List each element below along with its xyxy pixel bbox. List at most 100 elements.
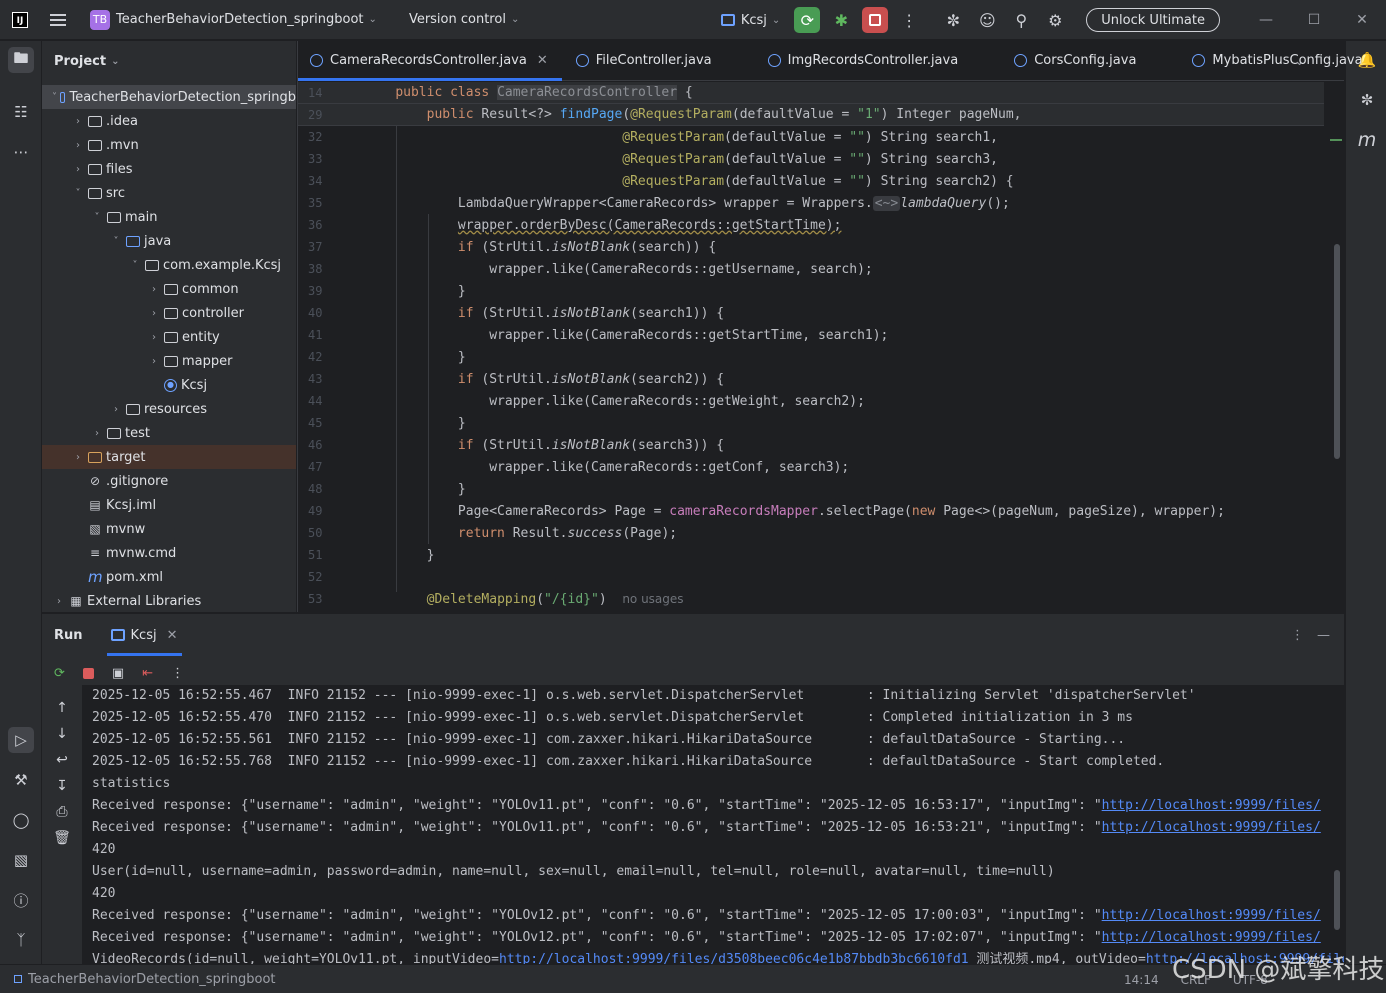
scroll-to-end-icon[interactable]: ↧	[42, 773, 82, 799]
project-tree-item[interactable]: › files	[42, 157, 296, 181]
maven-icon[interactable]: m	[1354, 127, 1380, 153]
project-tree-item[interactable]: ▤ Kcsj.iml	[42, 493, 296, 517]
stop-icon[interactable]	[82, 667, 94, 679]
expand-chevron-icon[interactable]: ›	[71, 452, 85, 463]
structure-tool-icon[interactable]: ☷	[8, 99, 34, 125]
console-link[interactable]: http://localhost:9999/files/	[1102, 820, 1321, 835]
project-tree-item[interactable]: ˅ java	[42, 229, 296, 253]
services-icon[interactable]: ◯	[8, 807, 34, 833]
exit-icon[interactable]: ⇤	[142, 666, 153, 681]
project-tree-item[interactable]: ● Kcsj	[42, 373, 296, 397]
project-tool-folder-icon[interactable]: 🖿	[8, 47, 34, 73]
tab-cors-config[interactable]: CorsConfig.java	[1002, 40, 1180, 80]
console-scrollbar[interactable]	[1334, 870, 1340, 930]
unlock-ultimate-button[interactable]: Unlock Ultimate	[1086, 8, 1220, 32]
expand-chevron-icon[interactable]: ˅	[90, 212, 104, 223]
project-tree-item[interactable]: ˅ src	[42, 181, 296, 205]
terminal-icon[interactable]: ▧	[8, 847, 34, 873]
project-tree-item[interactable]: ˅ main	[42, 205, 296, 229]
expand-chevron-icon[interactable]: ›	[147, 284, 161, 295]
ai-assistant-icon[interactable]: ✼	[940, 7, 966, 33]
expand-chevron-icon[interactable]: ›	[52, 596, 66, 607]
project-tree-item[interactable]: › .mvn	[42, 133, 296, 157]
stop-button[interactable]	[862, 7, 889, 33]
expand-chevron-icon[interactable]: ›	[147, 308, 161, 319]
code-area[interactable]: 14 public class CameraRecordsController …	[298, 82, 1324, 612]
problems-icon[interactable]: ⓘ	[8, 887, 34, 913]
rerun-button[interactable]: ⟳	[794, 7, 821, 33]
close-window-button[interactable]: ✕	[1338, 12, 1386, 28]
project-badge[interactable]: TB	[90, 9, 110, 30]
scroll-up-arrow-icon[interactable]: ↑	[42, 695, 82, 721]
console-link[interactable]: http://localhost:9999/files/	[1102, 908, 1321, 923]
run-tool-icon[interactable]: ▷	[8, 727, 34, 753]
scroll-down-arrow-icon[interactable]: ↓	[42, 721, 82, 747]
project-tree-item[interactable]: › controller	[42, 301, 296, 325]
console-link[interactable]: http://localhost:9999/files/	[1102, 798, 1321, 813]
print-icon[interactable]: ⎙	[42, 799, 82, 825]
expand-chevron-icon[interactable]: ›	[71, 164, 85, 175]
version-control-menu[interactable]: Version control	[409, 12, 506, 27]
build-hammer-icon[interactable]: ⚒	[8, 767, 34, 793]
expand-chevron-icon[interactable]: ˅	[52, 92, 57, 103]
project-tree-item[interactable]: ˅ TeacherBehaviorDetection_springb	[42, 85, 296, 109]
more-tools-icon[interactable]: ⋯	[8, 139, 34, 165]
project-tree-item[interactable]: › target	[42, 445, 296, 469]
expand-chevron-icon[interactable]: ›	[109, 404, 123, 415]
settings-gear-icon[interactable]: ⚙	[1042, 7, 1068, 33]
project-selector[interactable]: TeacherBehaviorDetection_springboot	[116, 12, 364, 27]
run-tab-kcsj[interactable]: Kcsj ✕	[106, 614, 182, 656]
debug-button[interactable]: ✱	[828, 7, 854, 33]
project-tree-item[interactable]: › mapper	[42, 349, 296, 373]
project-tree-item[interactable]: › test	[42, 421, 296, 445]
expand-chevron-icon[interactable]: ›	[71, 116, 85, 127]
camera-snapshot-icon[interactable]: ▣	[112, 666, 124, 681]
rerun-icon[interactable]: ⟳	[54, 666, 65, 681]
expand-chevron-icon[interactable]: ˅	[128, 260, 142, 271]
expand-chevron-icon[interactable]: ›	[71, 140, 85, 151]
project-tree-item[interactable]: m pom.xml	[42, 565, 296, 589]
project-tree-item[interactable]: › ▦ External Libraries	[42, 589, 296, 612]
git-branch-icon[interactable]: ᛉ	[8, 927, 34, 953]
project-tree-item[interactable]: › entity	[42, 325, 296, 349]
project-tree-item[interactable]: › .idea	[42, 109, 296, 133]
soft-wrap-icon[interactable]: ↩	[42, 747, 82, 773]
tab-file-controller[interactable]: FileController.java	[562, 40, 756, 80]
tab-mybatis-plus-config[interactable]: MybatisPlusConfig.java	[1180, 40, 1376, 80]
project-tree-item[interactable]: ≡ mvnw.cmd	[42, 541, 296, 565]
project-tree-item[interactable]: ˅ com.example.Kcsj	[42, 253, 296, 277]
clear-trash-icon[interactable]: 🗑	[42, 825, 82, 851]
tab-img-records-controller[interactable]: ImgRecordsController.java	[756, 40, 1003, 80]
close-tab-icon[interactable]: ✕	[537, 53, 548, 68]
close-tab-icon[interactable]: ✕	[167, 628, 178, 643]
ai-chat-icon[interactable]: ✼	[1354, 87, 1380, 113]
console-output[interactable]: 2025-12-05 16:52:55.467 INFO 21152 --- […	[82, 685, 1344, 965]
usages-hint[interactable]: no usages	[622, 592, 683, 606]
expand-chevron-icon[interactable]: ›	[147, 356, 161, 367]
search-icon[interactable]: ⚲	[1008, 7, 1034, 33]
project-panel-header[interactable]: Project ⌄	[42, 41, 296, 81]
hide-panel-icon[interactable]: —	[1317, 628, 1330, 643]
main-menu-icon[interactable]	[50, 13, 66, 26]
project-tree-item[interactable]: ⊘ .gitignore	[42, 469, 296, 493]
tab-more-icon[interactable]: ⋮	[1323, 54, 1336, 69]
project-tree-item[interactable]: › common	[42, 277, 296, 301]
maximize-window-button[interactable]: ☐	[1290, 12, 1338, 28]
status-project[interactable]: TeacherBehaviorDetection_springboot	[28, 972, 276, 987]
expand-chevron-icon[interactable]: ˅	[71, 188, 85, 199]
more-actions-icon[interactable]: ⋮	[896, 7, 922, 33]
tab-list-chevron-icon[interactable]: ⌄	[1294, 54, 1305, 69]
project-tree-item[interactable]: › resources	[42, 397, 296, 421]
expand-chevron-icon[interactable]: ˅	[109, 236, 123, 247]
run-options-icon[interactable]: ⋮	[1291, 628, 1304, 643]
minimize-window-button[interactable]: —	[1242, 12, 1290, 28]
expand-chevron-icon[interactable]: ›	[90, 428, 104, 439]
run-configuration-selector[interactable]: Kcsj ⌄	[720, 13, 780, 28]
console-link[interactable]: http://localhost:9999/files/	[1102, 930, 1321, 945]
tab-camera-records-controller[interactable]: CameraRecordsController.java ✕	[298, 40, 562, 81]
expand-chevron-icon[interactable]: ›	[147, 332, 161, 343]
code-with-me-icon[interactable]: ☺	[974, 7, 1000, 33]
caret-position[interactable]: 14:14	[1124, 973, 1159, 987]
editor-scrollbar[interactable]	[1334, 244, 1340, 459]
project-tree-item[interactable]: ▧ mvnw	[42, 517, 296, 541]
